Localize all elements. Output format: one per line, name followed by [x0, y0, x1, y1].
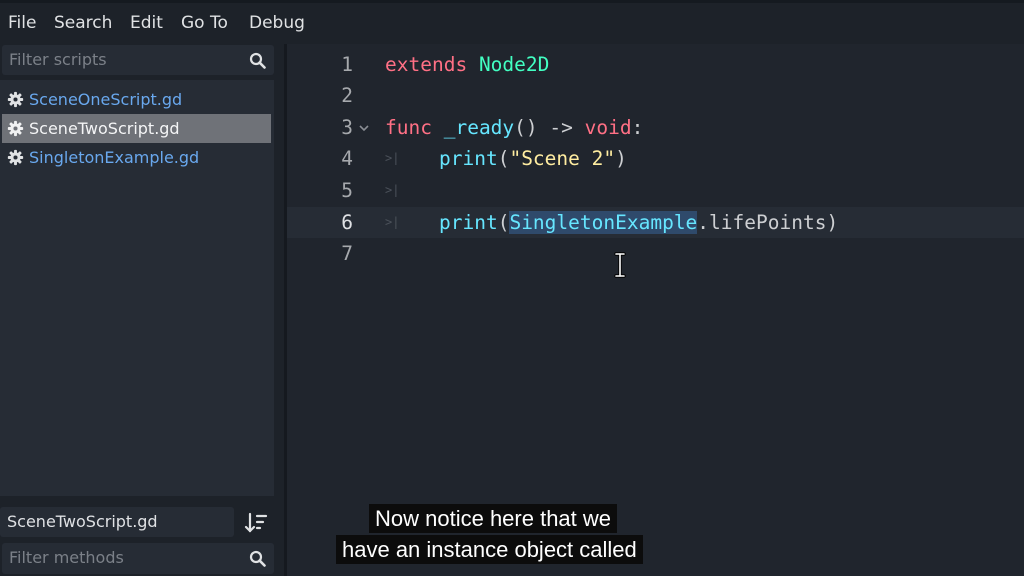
member-access: .lifePoints — [697, 211, 827, 234]
menu-file[interactable]: File — [8, 11, 36, 35]
colon: : — [631, 116, 644, 139]
menu-search[interactable]: Search — [54, 11, 112, 35]
line-number: 2 — [341, 84, 353, 107]
code-text: print("Scene 2") — [439, 143, 627, 174]
keyword-func: func — [385, 116, 432, 139]
line-number: 1 — [341, 53, 353, 76]
line-number: 5 — [341, 179, 353, 202]
code-editor[interactable]: 1 extends Node2D 2 3 func _ready() -> vo… — [287, 44, 1024, 576]
close-paren: ) — [826, 211, 839, 234]
script-list: SceneOneScript.gd SceneTwoScript.gd Sing… — [0, 80, 274, 496]
code-text: func _ready() -> void: — [385, 112, 643, 143]
menu-bar: File Search Edit Go To Debug — [0, 0, 1024, 44]
script-item-singleton[interactable]: SingletonExample.gd — [2, 143, 271, 172]
gear-icon — [7, 120, 24, 137]
class-name: Node2D — [478, 53, 550, 76]
code-line-1[interactable]: 1 extends Node2D — [287, 49, 1024, 80]
code-line-6[interactable]: 6 >| print(SingletonExample.lifePoints) — [287, 207, 1024, 238]
gear-icon — [7, 149, 24, 166]
return-arrow: -> — [549, 116, 573, 139]
keyword-void: void — [584, 116, 632, 139]
subtitle-line-1: Now notice here that we — [369, 504, 618, 533]
close-paren: ) — [615, 147, 627, 170]
line-number: 4 — [341, 147, 353, 170]
tab-marker-icon: >| — [385, 151, 400, 165]
filter-scripts-input[interactable]: Filter scripts — [2, 45, 274, 75]
script-name: SceneTwoScript.gd — [29, 119, 180, 138]
menu-edit[interactable]: Edit — [130, 11, 163, 35]
script-item-scenetwo[interactable]: SceneTwoScript.gd — [2, 114, 271, 143]
script-name: SingletonExample.gd — [29, 148, 200, 167]
menu-go-to[interactable]: Go To — [181, 11, 228, 35]
title-strip — [0, 0, 1024, 3]
function-name: _ready — [443, 116, 515, 139]
filter-scripts-placeholder: Filter scripts — [9, 50, 107, 69]
tab-marker-icon: >| — [385, 183, 400, 197]
string-literal: "Scene 2" — [509, 147, 616, 170]
line-number: 7 — [341, 242, 353, 265]
script-sidebar: Filter scripts SceneOneScript.gd SceneTw… — [0, 44, 284, 576]
selected-identifier[interactable]: SingletonExample — [509, 211, 698, 234]
search-icon — [249, 52, 266, 69]
code-line-2[interactable]: 2 — [287, 80, 1024, 111]
code-text: print(SingletonExample.lifePoints) — [439, 207, 838, 238]
builtin-print: print — [439, 147, 498, 170]
gear-icon — [7, 91, 24, 108]
open-paren: ( — [497, 147, 510, 170]
code-line-5[interactable]: 5 >| — [287, 175, 1024, 206]
text-cursor-icon — [614, 252, 626, 278]
line-number: 6 — [341, 211, 353, 234]
script-item-sceneone[interactable]: SceneOneScript.gd — [2, 85, 271, 114]
code-line-3[interactable]: 3 func _ready() -> void: — [287, 112, 1024, 143]
tab-marker-icon: >| — [385, 215, 400, 229]
filter-methods-placeholder: Filter methods — [9, 548, 124, 567]
current-script-field[interactable]: SceneTwoScript.gd — [0, 507, 234, 537]
line-number: 3 — [341, 116, 353, 139]
code-text: extends Node2D — [385, 49, 549, 80]
search-icon — [249, 550, 266, 567]
open-paren: ( — [497, 211, 510, 234]
code-line-7[interactable]: 7 — [287, 238, 1024, 269]
keyword-extends: extends — [385, 53, 468, 76]
script-name: SceneOneScript.gd — [29, 90, 183, 109]
builtin-print: print — [439, 211, 498, 234]
sort-icon[interactable] — [244, 511, 270, 535]
current-script-name: SceneTwoScript.gd — [7, 512, 158, 531]
menu-debug[interactable]: Debug — [249, 11, 305, 35]
subtitle-line-2: have an instance object called — [336, 535, 643, 564]
code-line-4[interactable]: 4 >| print("Scene 2") — [287, 143, 1024, 174]
parens: () — [514, 116, 538, 139]
filter-methods-input[interactable]: Filter methods — [2, 543, 274, 574]
fold-arrow-icon[interactable] — [358, 112, 370, 143]
